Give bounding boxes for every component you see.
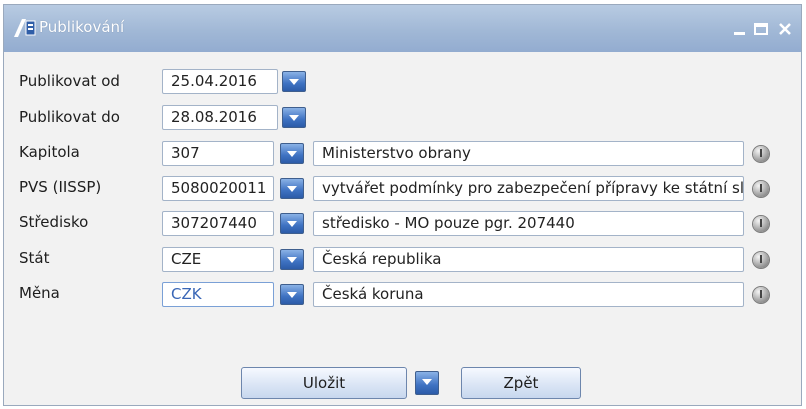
- pvs-field[interactable]: 5080020011: [162, 176, 274, 201]
- kapitola-description: Ministerstvo obrany: [313, 141, 744, 166]
- close-icon[interactable]: [776, 21, 794, 37]
- save-options-dropdown-icon[interactable]: [415, 371, 439, 395]
- dropdown-arrow-icon[interactable]: [280, 143, 304, 164]
- form-area: Publikovat od 25.04.2016 Publikovat do 2…: [4, 52, 801, 405]
- info-icon[interactable]: [753, 146, 769, 162]
- publikovani-window: Publikování Publikovat od 25.04.2016 Pub…: [3, 4, 802, 406]
- maximize-icon[interactable]: [752, 21, 770, 37]
- dropdown-arrow-icon[interactable]: [280, 178, 304, 199]
- stat-description: Česká republika: [313, 247, 744, 272]
- publikovat-od-label: Publikovat od: [19, 72, 120, 90]
- pvs-description: vytvářet podmínky pro zabezpečení přípra…: [313, 176, 744, 201]
- info-icon[interactable]: [753, 216, 769, 232]
- publikovat-od-field[interactable]: 25.04.2016: [162, 69, 278, 94]
- stat-field[interactable]: CZE: [162, 247, 274, 272]
- minimize-icon[interactable]: [731, 21, 749, 37]
- publikovat-do-field[interactable]: 28.08.2016: [162, 105, 278, 130]
- save-button[interactable]: Uložit: [241, 367, 407, 399]
- stat-label: Stát: [19, 249, 50, 267]
- mena-field[interactable]: CZK: [162, 282, 274, 307]
- title-bar[interactable]: Publikování: [4, 5, 801, 52]
- kapitola-field[interactable]: 307: [162, 141, 274, 166]
- pvs-label: PVS (IISSP): [19, 178, 102, 196]
- mena-label: Měna: [19, 284, 60, 302]
- app-icon: [14, 19, 36, 37]
- info-icon[interactable]: [753, 252, 769, 268]
- dropdown-arrow-icon[interactable]: [280, 249, 304, 270]
- dropdown-arrow-icon[interactable]: [282, 71, 306, 92]
- kapitola-label: Kapitola: [19, 143, 80, 161]
- mena-description: Česká koruna: [313, 282, 744, 307]
- dropdown-arrow-icon[interactable]: [282, 107, 306, 128]
- dropdown-arrow-icon[interactable]: [280, 284, 304, 305]
- back-button[interactable]: Zpět: [461, 367, 581, 399]
- info-icon[interactable]: [753, 287, 769, 303]
- window-title: Publikování: [39, 18, 125, 36]
- dropdown-arrow-icon[interactable]: [280, 213, 304, 234]
- stredisko-description: středisko - MO pouze pgr. 207440: [313, 211, 744, 236]
- stredisko-field[interactable]: 307207440: [162, 211, 274, 236]
- info-icon[interactable]: [753, 181, 769, 197]
- publikovat-do-label: Publikovat do: [19, 108, 120, 126]
- stredisko-label: Středisko: [19, 213, 89, 231]
